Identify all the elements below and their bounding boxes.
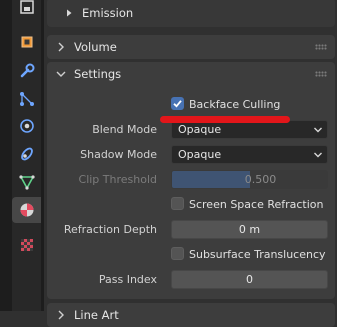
screen-space-refraction-label[interactable]: Screen Space Refraction [189, 198, 324, 211]
panel-volume-header[interactable]: Volume [47, 35, 335, 59]
tab-material[interactable] [12, 197, 41, 223]
panel-settings-header[interactable]: Settings [47, 62, 335, 86]
refraction-depth-label: Refraction Depth [63, 223, 157, 236]
panel-line-art-header[interactable]: Line Art [47, 303, 335, 327]
particles-icon [19, 92, 34, 106]
object-data-icon [18, 175, 35, 190]
clip-threshold-label: Clip Threshold [78, 173, 157, 186]
shadow-mode-value: Opaque [178, 148, 222, 161]
panel-settings: Settings Backface Culling Blend Mode Opa… [47, 62, 335, 299]
render-icon [19, 0, 34, 14]
pass-index-row: Pass Index 0 [47, 270, 335, 290]
clip-threshold-value: 0.500 [244, 173, 277, 186]
material-icon [20, 203, 33, 217]
chevron-right-icon [64, 8, 74, 18]
texture-icon [20, 239, 33, 251]
annotation-underline [160, 116, 290, 123]
screen-space-refraction-row: Screen Space Refraction [47, 195, 335, 215]
pass-index-field[interactable]: 0 [171, 270, 328, 289]
panel-emission: Emission [47, 0, 335, 27]
chevron-down-icon [56, 69, 66, 79]
tab-particles[interactable] [12, 86, 41, 112]
shadow-mode-label: Shadow Mode [80, 148, 157, 161]
pass-index-value: 0 [246, 273, 253, 286]
panel-line-art: Line Art [47, 303, 335, 327]
panel-volume: Volume [47, 35, 335, 59]
wrench-icon [20, 63, 34, 78]
properties-tab-bar [0, 0, 44, 311]
blend-mode-value: Opaque [178, 123, 222, 136]
blend-mode-row: Blend Mode Opaque [47, 120, 335, 140]
tab-constraints[interactable] [12, 141, 41, 167]
panel-emission-title: Emission [82, 5, 134, 20]
physics-icon [19, 119, 34, 133]
backface-culling-label[interactable]: Backface Culling [189, 98, 280, 111]
tab-render[interactable] [12, 0, 41, 20]
tab-texture[interactable] [12, 232, 41, 258]
refraction-depth-row: Refraction Depth 0 m [47, 220, 335, 240]
chevron-right-icon [56, 310, 66, 320]
constraints-icon [20, 147, 33, 161]
tab-physics[interactable] [12, 113, 41, 139]
panel-emission-header[interactable]: Emission [47, 0, 335, 27]
clip-threshold-row: Clip Threshold 0.500 [47, 170, 335, 190]
chevron-down-icon [313, 150, 323, 160]
drag-handle-icon[interactable] [315, 44, 327, 50]
blend-mode-label: Blend Mode [92, 123, 157, 136]
drag-handle-icon[interactable] [315, 71, 327, 77]
panel-settings-title: Settings [74, 67, 122, 81]
pass-index-label: Pass Index [98, 273, 157, 286]
clip-threshold-slider[interactable]: 0.500 [171, 170, 328, 189]
refraction-depth-field[interactable]: 0 m [171, 220, 328, 239]
refraction-depth-value: 0 m [238, 223, 261, 236]
subsurface-translucency-label[interactable]: Subsurface Translucency [189, 248, 326, 261]
chevron-down-icon [313, 125, 323, 135]
backface-culling-row: Backface Culling [47, 95, 335, 115]
tab-object-data[interactable] [12, 169, 41, 195]
screen-space-refraction-checkbox[interactable] [171, 197, 184, 210]
shadow-mode-dropdown[interactable]: Opaque [171, 145, 328, 164]
checkmark-icon [173, 100, 182, 108]
panel-line-art-title: Line Art [74, 308, 119, 322]
chevron-right-icon [56, 42, 66, 52]
tab-object[interactable] [12, 29, 41, 55]
tab-modifiers[interactable] [12, 58, 41, 84]
backface-culling-checkbox[interactable] [171, 97, 184, 110]
subsurface-translucency-checkbox[interactable] [171, 247, 184, 260]
panel-volume-title: Volume [74, 40, 117, 54]
shadow-mode-row: Shadow Mode Opaque [47, 145, 335, 165]
object-icon [21, 36, 32, 48]
subsurface-translucency-row: Subsurface Translucency [47, 245, 335, 265]
